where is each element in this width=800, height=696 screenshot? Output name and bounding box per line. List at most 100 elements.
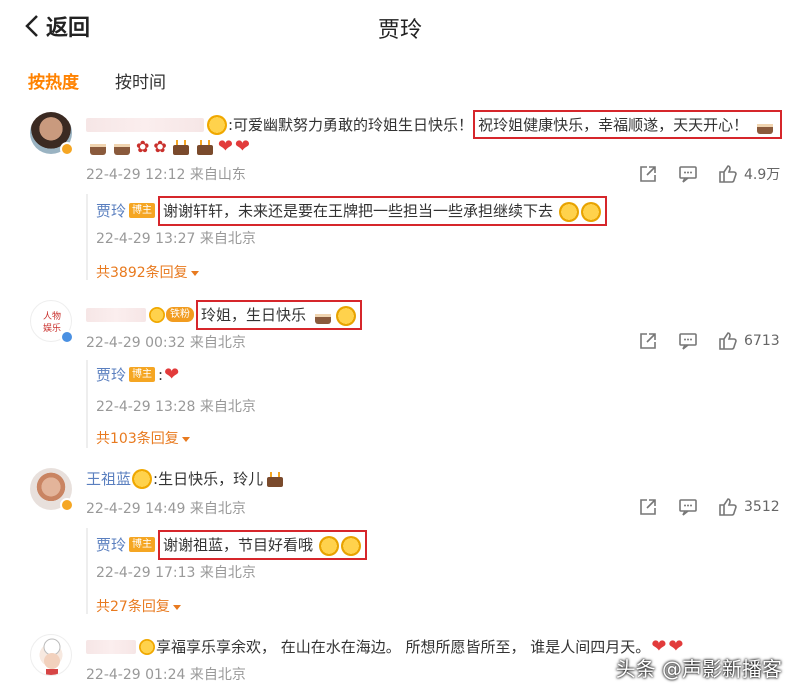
- birthday-cake-icon: [196, 139, 213, 155]
- comment-icon: [679, 166, 697, 183]
- reply-thread: [86, 528, 88, 614]
- top-bar: 返回 贾玲: [0, 0, 800, 52]
- svg-text:娱乐: 娱乐: [43, 322, 61, 334]
- tab-by-popularity[interactable]: 按热度: [28, 68, 79, 93]
- more-replies-label: 共103条回复: [96, 431, 179, 447]
- verified-badge-icon: [60, 142, 74, 156]
- blogger-tag: 博主: [129, 367, 156, 382]
- comment-text: 王祖蓝 :生日快乐，玲儿: [86, 468, 287, 489]
- like-button[interactable]: 4.9万: [718, 164, 780, 184]
- more-replies-label: 共3892条回复: [96, 265, 188, 281]
- blurred-username: [86, 307, 146, 322]
- comment-text-prefix: :可爱幽默努力勇敢的玲姐生日快乐！: [228, 116, 474, 134]
- like-count: 6713: [744, 333, 780, 349]
- comment-icon: [679, 499, 697, 516]
- comment-meta: 22-4-29 01:24 来自北京: [86, 667, 246, 683]
- comment-text-content: :生日快乐，玲儿: [153, 470, 264, 488]
- highlight-text-content: 玲姐，生日快乐: [201, 306, 307, 324]
- heart-icon: ❤: [217, 136, 233, 157]
- cake-icon: [114, 143, 130, 155]
- comment-meta: 22-4-29 14:49 来自北京: [86, 501, 246, 517]
- fan-emoji-icon: [149, 306, 165, 323]
- share-button[interactable]: [638, 331, 658, 351]
- verified-badge-icon: [60, 330, 74, 344]
- share-icon: [640, 333, 656, 349]
- share-button[interactable]: [638, 164, 658, 184]
- page-title: 贾玲: [377, 18, 422, 43]
- blogger-tag: 博主: [129, 537, 156, 553]
- share-icon: [640, 166, 656, 182]
- highlight-text-content: 祝玲姐健康快乐，幸福顺遂，天天开心！: [478, 116, 749, 134]
- more-replies-link[interactable]: 共103条回复: [96, 428, 190, 448]
- avatar[interactable]: [30, 634, 72, 676]
- comment-text: 享福享乐享余欢， 在山在水在海边。 所想所愿皆所至， 谁是人间四月天。 ❤ ❤: [86, 636, 685, 657]
- reply-author[interactable]: 贾玲: [96, 200, 126, 221]
- chef-icon: [43, 638, 61, 675]
- thumbs-up-icon: [719, 165, 737, 183]
- highlighted-text: 祝玲姐健康快乐，幸福顺遂，天天开心！: [473, 110, 782, 139]
- reply: 贾玲 博主 谢谢轩轩，未来还是要在王牌把一些担当一些承担继续下去: [96, 196, 607, 226]
- rose-icon: ✿: [136, 137, 150, 156]
- like-count: 3512: [744, 499, 780, 515]
- svg-text:人物: 人物: [43, 310, 61, 322]
- reply: 贾玲 博主 谢谢祖蓝，节目好看哦: [96, 530, 367, 560]
- comment-button[interactable]: [678, 497, 698, 517]
- smile-emoji-icon: [318, 535, 339, 556]
- caret-down-icon: [181, 436, 190, 442]
- reply-meta: 22-4-29 13:28 来自北京: [96, 399, 256, 415]
- emoji-row: ✿ ✿ ❤ ❤: [86, 136, 251, 157]
- comment-icon: [679, 333, 697, 350]
- cake-icon: [90, 143, 106, 155]
- blogger-tag: 博主: [129, 203, 156, 219]
- caret-down-icon: [172, 604, 181, 610]
- share-icon: [640, 499, 656, 515]
- highlighted-text: 谢谢祖蓝，节目好看哦: [158, 530, 367, 560]
- smile-emoji-icon: [340, 535, 361, 556]
- reply-text: :: [158, 365, 164, 384]
- watermark: 头条 @声影新播客: [615, 657, 782, 681]
- more-replies-link[interactable]: 共3892条回复: [96, 262, 199, 282]
- comment-meta: 22-4-29 12:12 来自山东: [86, 167, 246, 183]
- comment-meta: 22-4-29 00:32 来自北京: [86, 335, 246, 351]
- smile-emoji-icon: [580, 201, 601, 222]
- comment-text: :可爱幽默努力勇敢的玲姐生日快乐！ 祝玲姐健康快乐，幸福顺遂，天天开心！: [86, 110, 782, 139]
- reply-meta: 22-4-29 17:13 来自北京: [96, 565, 256, 581]
- sort-tabs: 按热度 按时间: [28, 68, 166, 93]
- fan-emoji-icon: [207, 114, 227, 135]
- like-button[interactable]: 6713: [718, 331, 780, 351]
- caret-down-icon: [190, 270, 199, 276]
- comment-text-content: 享福享乐享余欢， 在山在水在海边。 所想所愿皆所至， 谁是人间四月天。: [156, 638, 651, 656]
- verified-badge-icon: [60, 498, 74, 512]
- smile-emoji-icon: [558, 201, 579, 222]
- comment-text: 铁粉 玲姐，生日快乐: [86, 300, 362, 330]
- blurred-username: [86, 117, 204, 132]
- reply-text: 谢谢轩轩，未来还是要在王牌把一些担当一些承担继续下去: [163, 202, 554, 220]
- fan-emoji-icon: [132, 468, 153, 489]
- highlighted-text: 谢谢轩轩，未来还是要在王牌把一些担当一些承担继续下去: [158, 196, 607, 226]
- reply-meta: 22-4-29 13:27 来自北京: [96, 231, 256, 247]
- reply-text: 谢谢祖蓝，节目好看哦: [163, 536, 314, 554]
- highlighted-text: 玲姐，生日快乐: [196, 300, 362, 330]
- reply-author[interactable]: 贾玲: [96, 534, 126, 555]
- fan-emoji-icon: [139, 638, 155, 655]
- birthday-cake-icon: [172, 139, 189, 155]
- comment-button[interactable]: [678, 164, 698, 184]
- blurred-username: [86, 639, 136, 654]
- cake-icon: [314, 313, 331, 324]
- share-button[interactable]: [638, 497, 658, 517]
- kiss-emoji-icon: [335, 305, 356, 326]
- comment-button[interactable]: [678, 331, 698, 351]
- tab-by-time[interactable]: 按时间: [115, 68, 166, 93]
- more-replies-label: 共27条回复: [96, 599, 170, 615]
- reply: 贾玲 博主 : ❤: [96, 364, 180, 385]
- like-button[interactable]: 3512: [718, 497, 780, 517]
- fan-tag: 铁粉: [166, 307, 194, 323]
- rose-icon: ✿: [153, 137, 167, 156]
- birthday-cake-icon: [267, 471, 284, 487]
- comment-author[interactable]: 王祖蓝: [86, 468, 131, 489]
- heart-icon: ❤: [234, 136, 250, 157]
- thumbs-up-icon: [719, 498, 737, 516]
- reply-author[interactable]: 贾玲: [96, 364, 126, 385]
- like-count: 4.9万: [744, 167, 781, 183]
- more-replies-link[interactable]: 共27条回复: [96, 596, 181, 616]
